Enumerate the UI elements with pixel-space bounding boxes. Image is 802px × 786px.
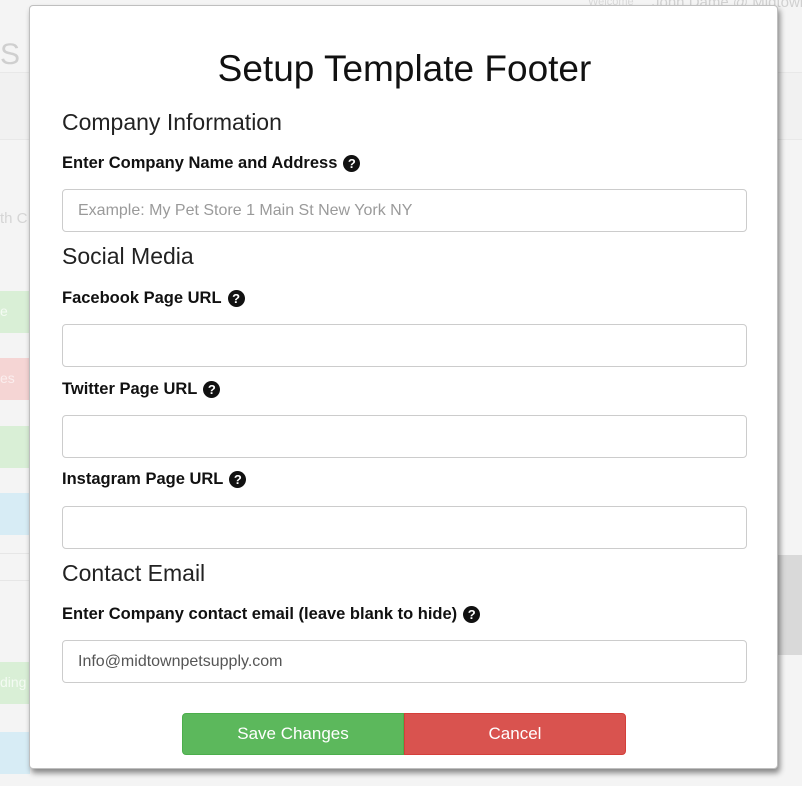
question-circle-icon[interactable]: ? — [343, 155, 361, 172]
company-name-label-text: Enter Company Name and Address — [62, 154, 338, 172]
twitter-url-label: Twitter Page URL ? — [62, 380, 221, 399]
contact-email-label-text: Enter Company contact email (leave blank… — [62, 605, 458, 623]
background-button: es — [0, 358, 30, 400]
background-button — [0, 493, 30, 535]
background-side-text: th C — [0, 210, 28, 227]
background-button — [0, 426, 30, 468]
facebook-url-label-text: Facebook Page URL — [62, 289, 222, 307]
cancel-button[interactable]: Cancel — [404, 713, 626, 755]
company-name-input[interactable] — [62, 189, 747, 232]
facebook-url-input[interactable] — [62, 324, 747, 367]
question-circle-icon[interactable]: ? — [227, 290, 245, 307]
facebook-url-label: Facebook Page URL ? — [62, 289, 245, 308]
twitter-url-input[interactable] — [62, 415, 747, 458]
company-name-label: Enter Company Name and Address ? — [62, 154, 361, 173]
twitter-url-label-text: Twitter Page URL — [62, 380, 198, 398]
question-circle-icon[interactable]: ? — [229, 471, 247, 488]
question-circle-icon[interactable]: ? — [463, 606, 481, 623]
background-heading: S — [0, 38, 21, 71]
contact-email-label: Enter Company contact email (leave blank… — [62, 605, 481, 624]
background-divider — [0, 580, 30, 581]
background-button — [0, 732, 30, 774]
background-divider — [0, 553, 30, 554]
instagram-url-input[interactable] — [62, 506, 747, 549]
save-changes-button[interactable]: Save Changes — [182, 713, 404, 755]
background-button: e — [0, 291, 30, 333]
section-contact-email: Contact Email — [62, 560, 206, 586]
modal-title: Setup Template Footer — [217, 48, 592, 89]
background-image — [778, 555, 802, 655]
question-circle-icon[interactable]: ? — [203, 381, 221, 398]
setup-footer-modal: Setup Template Footer Company Informatio… — [29, 5, 778, 769]
section-company-information: Company Information — [62, 109, 282, 135]
contact-email-input[interactable] — [62, 640, 747, 683]
section-social-media: Social Media — [62, 243, 194, 269]
instagram-url-label-text: Instagram Page URL — [62, 470, 224, 488]
instagram-url-label: Instagram Page URL ? — [62, 470, 247, 489]
background-button: ding — [0, 662, 30, 704]
